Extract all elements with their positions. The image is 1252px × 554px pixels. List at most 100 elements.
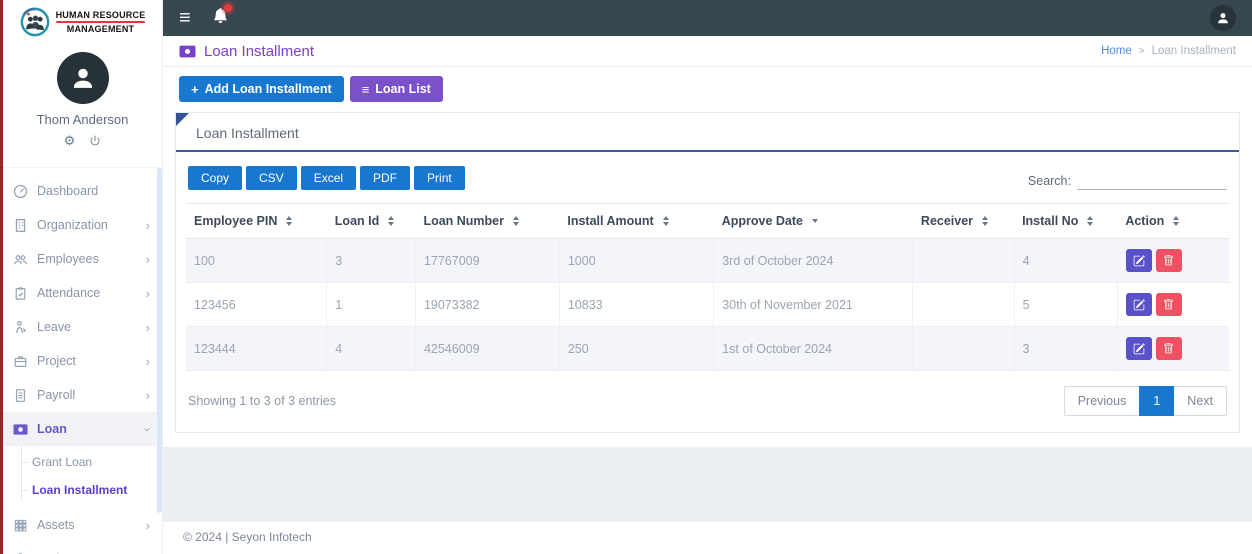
card-corner-accent [176,113,189,126]
sidebar-item-leave[interactable]: Leave › [3,310,162,344]
cell-receiver [913,327,1014,371]
print-button[interactable]: Print [414,166,465,190]
cell-loan-number: 19073382 [415,283,559,327]
cell-install-no: 4 [1014,239,1117,283]
sidebar-item-project[interactable]: Project › [3,344,162,378]
search-label: Search: [1028,174,1071,188]
delete-button[interactable] [1156,337,1182,360]
cell-loan-id: 4 [327,327,416,371]
sidebar-subitem-grant-loan[interactable]: Grant Loan [3,448,162,476]
next-page-button[interactable]: Next [1174,386,1227,416]
edit-button[interactable] [1126,249,1152,272]
settings-gear-icon[interactable]: ⚙ [64,134,76,147]
sidebar-item-attendance[interactable]: Attendance › [3,276,162,310]
csv-button[interactable]: CSV [246,166,297,190]
brand-text: HUMAN RESOURCE MANAGEMENT [56,10,146,35]
cell-receiver [913,239,1014,283]
chevron-right-icon: › [146,287,150,300]
hrm-logo-icon [20,7,50,37]
sort-desc-icon [812,219,818,223]
user-avatar[interactable] [57,52,109,104]
list-icon: ≡ [362,83,370,96]
chevron-right-icon: › [146,219,150,232]
document-icon [13,388,28,403]
chevron-right-icon: › [146,321,150,334]
excel-button[interactable]: Excel [301,166,356,190]
edit-button[interactable] [1126,337,1152,360]
person-icon [68,63,98,93]
chevron-right-icon: › [146,519,150,532]
sidebar-label-project: Project [37,354,137,368]
brand-line1: HUMAN RESOURCE [56,10,146,20]
content-background [163,447,1252,522]
notifications-bell[interactable] [213,8,228,28]
sidebar-item-loan[interactable]: Loan › [3,412,162,446]
user-name: Thom Anderson [3,112,162,127]
sidebar-label-leave: Leave [37,320,137,334]
sidebar-label-assets: Assets [37,518,137,532]
sidebar-item-assets[interactable]: Assets › [3,508,162,542]
col-employee-pin[interactable]: Employee PIN [186,204,327,239]
cell-install-amount: 10833 [559,283,713,327]
cash-icon [13,422,28,437]
col-approve-date[interactable]: Approve Date [714,204,913,239]
building-icon [13,218,28,233]
col-install-no[interactable]: Install No [1014,204,1117,239]
sidebar-item-notice[interactable]: Notice [3,542,162,554]
breadcrumb-separator: > [1139,46,1145,57]
col-loan-id[interactable]: Loan Id [327,204,416,239]
cell-install-amount: 250 [559,327,713,371]
sidebar-menu: Dashboard Organization › Employees › [3,167,162,554]
copy-button[interactable]: Copy [188,166,242,190]
breadcrumb-home-link[interactable]: Home [1101,45,1132,57]
export-buttons: Copy CSV Excel PDF Print [188,166,465,190]
sidebar-subitem-loan-installment[interactable]: Loan Installment [3,476,162,504]
edit-button[interactable] [1126,293,1152,316]
delete-button[interactable] [1156,293,1182,316]
col-action[interactable]: Action [1117,204,1229,239]
entries-info: Showing 1 to 3 of 3 entries [188,394,336,408]
loan-installment-table: Employee PIN Loan Id Loan Number Install… [186,203,1229,371]
page-1-button[interactable]: 1 [1139,386,1174,416]
sidebar-scrollbar[interactable] [157,168,162,513]
power-icon[interactable] [89,135,101,147]
card-title: Loan Installment [176,113,1239,152]
loan-list-button[interactable]: ≡ Loan List [350,76,443,102]
col-receiver[interactable]: Receiver [913,204,1014,239]
clipboard-icon [13,286,28,301]
col-loan-number[interactable]: Loan Number [415,204,559,239]
sort-icon [513,216,519,226]
table-header-row: Employee PIN Loan Id Loan Number Install… [186,204,1229,239]
trash-icon [1163,343,1174,354]
sidebar-item-organization[interactable]: Organization › [3,208,162,242]
sidebar-item-payroll[interactable]: Payroll › [3,378,162,412]
sidebar-label-attendance: Attendance [37,286,137,300]
dashboard-gauge-icon [13,184,28,199]
hamburger-menu-icon[interactable]: ≡ [179,8,191,28]
cell-loan-number: 17767009 [415,239,559,283]
trash-icon [1163,299,1174,310]
sidebar-item-dashboard[interactable]: Dashboard [3,174,162,208]
add-loan-installment-button[interactable]: + Add Loan Installment [179,76,344,102]
cell-loan-number: 42546009 [415,327,559,371]
topbar: ≡ [163,0,1252,36]
search-input[interactable] [1077,172,1227,190]
brand-logo: HUMAN RESOURCE MANAGEMENT [3,0,162,40]
grid-icon [13,518,28,533]
app-window: HUMAN RESOURCE MANAGEMENT Thom Anderson … [0,0,1252,554]
previous-page-button[interactable]: Previous [1064,386,1140,416]
delete-button[interactable] [1156,249,1182,272]
sidebar-item-employees[interactable]: Employees › [3,242,162,276]
topbar-user-avatar[interactable] [1210,5,1236,31]
sidebar-label-payroll: Payroll [37,388,137,402]
sort-icon [982,216,988,226]
breadcrumb-current: Loan Installment [1152,45,1236,57]
cell-employee-pin: 123456 [186,283,327,327]
people-icon [13,252,28,267]
pdf-button[interactable]: PDF [360,166,410,190]
table-row: 123456 1 19073382 10833 30th of November… [186,283,1229,327]
col-install-amount[interactable]: Install Amount [559,204,713,239]
person-leave-icon [13,320,28,335]
cell-install-no: 5 [1014,283,1117,327]
brand-divider [56,21,146,23]
